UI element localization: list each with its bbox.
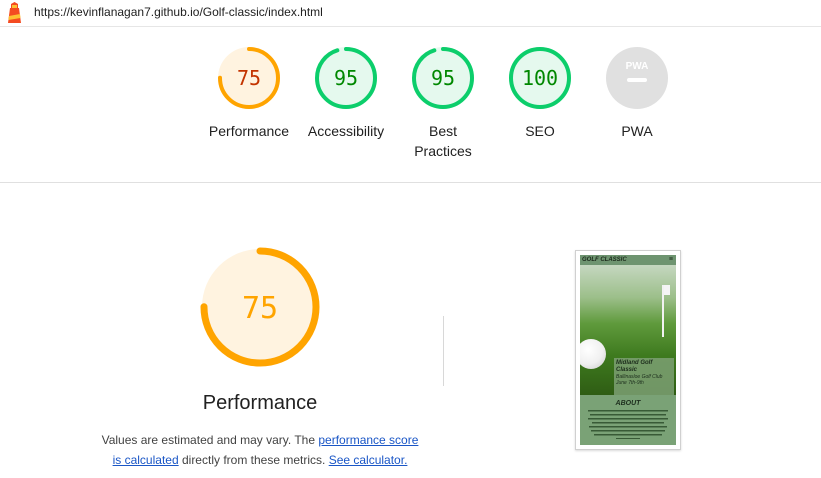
screenshot-hero-text: Midland Golf Classic Ballinasloe Golf Cl… xyxy=(614,358,674,398)
gauge-label: PWA xyxy=(621,123,653,139)
vertical-divider xyxy=(443,316,444,386)
pwa-badge-text: PWA xyxy=(626,61,649,72)
description-text-middle: directly from these metrics. xyxy=(178,453,329,467)
pwa-dash-icon xyxy=(627,78,647,82)
screenshot-about-section: ABOUT xyxy=(580,395,676,445)
gauge-ring: 100 xyxy=(509,47,571,109)
flag-cloth xyxy=(664,285,670,295)
screenshot-site-title: GOLF CLASSIC xyxy=(582,257,627,263)
gauge-accessibility[interactable]: 95 Accessibility xyxy=(304,45,388,141)
screenshot-hero-heading: Midland Golf Classic xyxy=(616,360,653,373)
performance-gauge-large: 75 xyxy=(200,247,320,367)
gauge-ring: PWA xyxy=(606,47,668,109)
performance-description: Values are estimated and may vary. The p… xyxy=(96,430,424,470)
gauge-seo[interactable]: 100 SEO xyxy=(498,45,582,141)
gauge-ring: 95 xyxy=(315,47,377,109)
screenshot-page: GOLF CLASSIC ≡ Midland Golf Classic Ball… xyxy=(580,255,676,445)
screenshot-about-text-lines xyxy=(588,410,668,439)
see-calculator-link[interactable]: See calculator. xyxy=(329,453,408,467)
gauge-label: Performance xyxy=(208,123,290,139)
gauge-ring: 75 xyxy=(218,47,280,109)
gauge-performance[interactable]: 75 Performance xyxy=(207,45,291,141)
gauge-pwa[interactable]: PWA PWA xyxy=(595,45,679,141)
screenshot-navbar: GOLF CLASSIC ≡ xyxy=(580,255,676,265)
gauge-label: Best Practices xyxy=(414,123,472,159)
gauge-score: 95 xyxy=(334,66,358,90)
final-screenshot: GOLF CLASSIC ≡ Midland Golf Classic Ball… xyxy=(575,250,681,450)
screenshot-hero-image: Midland Golf Classic Ballinasloe Golf Cl… xyxy=(580,265,676,398)
gauge-score: 100 xyxy=(522,66,558,90)
description-text: Values are estimated and may vary. The xyxy=(101,433,319,447)
gauge-best-practices[interactable]: 95 Best Practices xyxy=(401,45,485,161)
gauge-label: SEO xyxy=(525,123,555,139)
hamburger-icon: ≡ xyxy=(668,256,673,263)
gauge-score: 75 xyxy=(237,66,261,90)
gauge-score: 95 xyxy=(431,66,455,90)
gauge-label: Accessibility xyxy=(307,123,385,139)
section-divider xyxy=(0,182,821,183)
large-gauge-score: 75 xyxy=(242,291,278,326)
page-url[interactable]: https://kevinflanagan7.github.io/Golf-cl… xyxy=(34,5,323,19)
lighthouse-icon xyxy=(8,2,21,23)
url-bar: https://kevinflanagan7.github.io/Golf-cl… xyxy=(0,0,821,27)
screenshot-about-body xyxy=(580,407,676,442)
golf-ball-image xyxy=(580,339,606,369)
gauge-ring: 95 xyxy=(412,47,474,109)
screenshot-about-title: ABOUT xyxy=(615,400,641,407)
screenshot-hero-sub: Ballinasloe Golf Club June 7th-9th xyxy=(616,374,663,386)
performance-title: Performance xyxy=(202,392,318,414)
